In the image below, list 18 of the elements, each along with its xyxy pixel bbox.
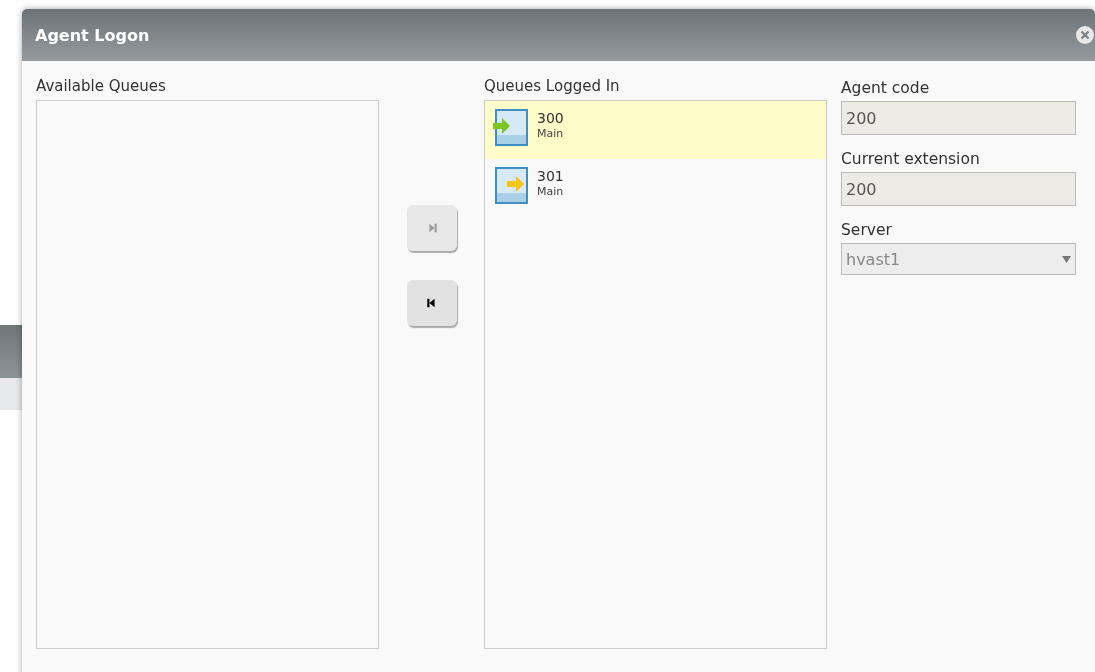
field-label: Server <box>841 221 893 239</box>
queue-number: 300 <box>537 109 564 127</box>
close-icon[interactable] <box>1075 25 1095 45</box>
input-field[interactable]: 200 <box>841 172 1076 206</box>
input-field[interactable]: 200 <box>841 101 1076 135</box>
queue-item[interactable]: 300 Main <box>485 101 826 159</box>
queue-item[interactable]: 301 Main <box>485 159 826 217</box>
remove-queue-button[interactable] <box>406 280 457 326</box>
list-label: Queues Logged In <box>484 79 621 93</box>
document-icon <box>495 109 528 146</box>
queue-name: Main <box>537 185 564 199</box>
queue-name: Main <box>537 127 564 141</box>
queue-number: 301 <box>537 167 564 185</box>
window-title: Agent Logon <box>35 25 151 45</box>
dropdown-arrow-icon <box>1062 255 1071 263</box>
field-label: Current extension <box>841 150 981 168</box>
list-label: Available Queues <box>36 79 167 93</box>
field-label: Agent code <box>841 79 931 97</box>
